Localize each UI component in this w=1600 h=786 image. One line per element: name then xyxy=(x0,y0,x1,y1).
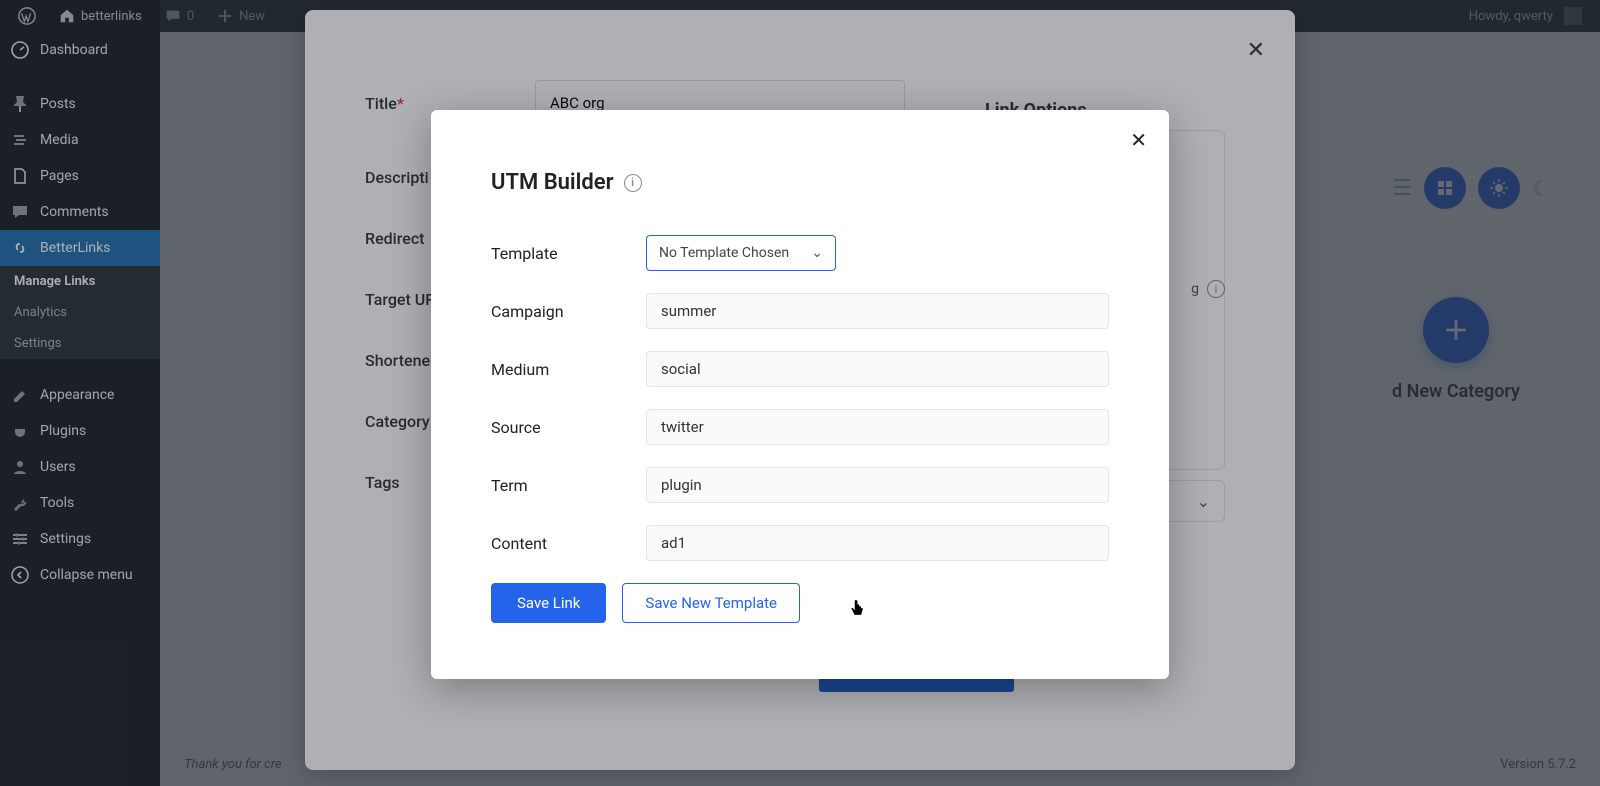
sidebar-item-dashboard[interactable]: Dashboard xyxy=(0,32,160,68)
content-label: Content xyxy=(491,534,646,553)
sidebar-label: BetterLinks xyxy=(40,240,110,256)
template-label: Template xyxy=(491,244,646,263)
campaign-label: Campaign xyxy=(491,302,646,321)
template-select[interactable]: No Template Chosen ⌄ xyxy=(646,235,836,271)
sidebar-item-posts[interactable]: Posts xyxy=(0,86,160,122)
sidebar-label: Settings xyxy=(40,531,91,547)
sidebar-item-appearance[interactable]: Appearance xyxy=(0,377,160,413)
source-label: Source xyxy=(491,418,646,437)
sidebar-item-collapse[interactable]: Collapse menu xyxy=(0,557,160,593)
sidebar-label: Media xyxy=(40,132,79,148)
site-home-item[interactable]: betterlinks xyxy=(50,7,150,25)
utm-title-text: UTM Builder xyxy=(491,170,614,195)
sidebar-item-comments[interactable]: Comments xyxy=(0,194,160,230)
sidebar-label: Collapse menu xyxy=(40,567,133,583)
medium-input[interactable] xyxy=(646,351,1109,387)
wordpress-icon xyxy=(18,7,36,25)
template-selected-value: No Template Chosen xyxy=(659,245,789,261)
sidebar-item-plugins[interactable]: Plugins xyxy=(0,413,160,449)
sidebar-label: Tools xyxy=(40,495,74,511)
utm-modal-title: UTM Builder i xyxy=(491,170,1109,195)
sidebar-sub-analytics[interactable]: Analytics xyxy=(0,297,160,328)
sidebar-label: Appearance xyxy=(40,387,114,403)
comment-icon xyxy=(10,202,30,222)
plug-icon xyxy=(10,421,30,441)
sidebar-label: Posts xyxy=(40,96,76,112)
close-button[interactable]: ✕ xyxy=(1130,128,1147,152)
info-icon[interactable]: i xyxy=(1207,280,1225,298)
sidebar-sub-label: Manage Links xyxy=(14,274,95,289)
sidebar-sub-label: Analytics xyxy=(14,305,67,320)
campaign-input[interactable] xyxy=(646,293,1109,329)
user-icon xyxy=(10,457,30,477)
info-icon[interactable]: i xyxy=(624,174,642,192)
save-new-template-button[interactable]: Save New Template xyxy=(622,583,800,623)
media-icon xyxy=(10,130,30,150)
utm-builder-modal: ✕ UTM Builder i Template No Template Cho… xyxy=(431,110,1169,679)
sidebar-item-tools[interactable]: Tools xyxy=(0,485,160,521)
cursor-pointer-icon xyxy=(848,598,866,620)
option-text: g xyxy=(1191,281,1199,297)
content-input[interactable] xyxy=(646,525,1109,561)
pages-icon xyxy=(10,166,30,186)
sidebar-item-pages[interactable]: Pages xyxy=(0,158,160,194)
term-input[interactable] xyxy=(646,467,1109,503)
sidebar-label: Dashboard xyxy=(40,42,108,58)
wp-logo-item[interactable] xyxy=(10,7,44,25)
save-link-button[interactable]: Save Link xyxy=(491,583,606,623)
sidebar-sub-manage-links[interactable]: Manage Links xyxy=(0,266,160,297)
sidebar-label: Pages xyxy=(40,168,79,184)
brush-icon xyxy=(10,385,30,405)
sidebar-item-users[interactable]: Users xyxy=(0,449,160,485)
sidebar-label: Comments xyxy=(40,204,109,220)
sidebar-label: Users xyxy=(40,459,76,475)
chevron-down-icon: ⌄ xyxy=(1197,492,1210,511)
sliders-icon xyxy=(10,529,30,549)
home-icon xyxy=(58,7,76,25)
collapse-icon xyxy=(10,565,30,585)
link-icon xyxy=(10,238,30,258)
sidebar-sub-settings[interactable]: Settings xyxy=(0,328,160,359)
sidebar-item-media[interactable]: Media xyxy=(0,122,160,158)
sidebar-label: Plugins xyxy=(40,423,86,439)
close-button[interactable]: ✕ xyxy=(1247,38,1265,63)
sidebar-sub-label: Settings xyxy=(14,336,61,351)
term-label: Term xyxy=(491,476,646,495)
admin-sidebar: Dashboard Posts Media Pages Comments Bet… xyxy=(0,32,160,786)
chevron-down-icon: ⌄ xyxy=(811,245,823,261)
pin-icon xyxy=(10,94,30,114)
wrench-icon xyxy=(10,493,30,513)
site-name: betterlinks xyxy=(81,9,142,24)
medium-label: Medium xyxy=(491,360,646,379)
sidebar-item-settings[interactable]: Settings xyxy=(0,521,160,557)
source-input[interactable] xyxy=(646,409,1109,445)
dashboard-icon xyxy=(10,40,30,60)
sidebar-item-betterlinks[interactable]: BetterLinks xyxy=(0,230,160,266)
